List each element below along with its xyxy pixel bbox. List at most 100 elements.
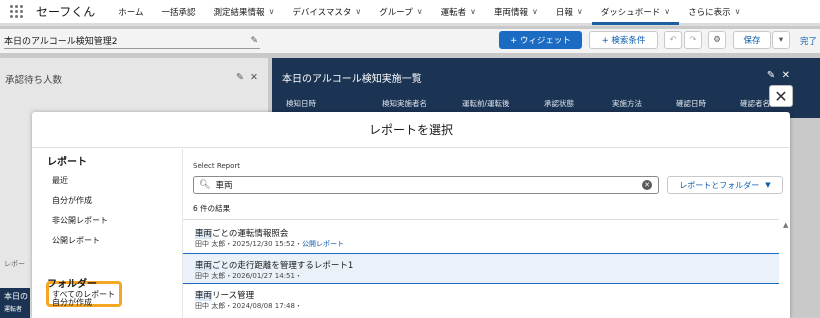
report-title: 車両リース管理 xyxy=(195,289,779,301)
sidebar-item-recent[interactable]: 最近 xyxy=(32,175,68,186)
report-label-fragment: レポー xyxy=(4,260,25,268)
select-report-modal: レポートを選択 レポート 最近 自分が作成 非公開レポート 公開レポート すべて… xyxy=(32,112,790,318)
report-title: 車両ごとの運転情報照会 xyxy=(195,227,779,239)
chevron-down-icon: ▼ xyxy=(765,181,771,189)
nav-item-5[interactable]: 運転者 ∨ xyxy=(432,0,485,25)
search-value: 車両 xyxy=(215,181,233,191)
report-search-input[interactable]: 🔍︎ 車両 ✕ xyxy=(193,176,659,194)
nav-item-9[interactable]: さらに表示 ∨ xyxy=(679,0,749,25)
app-launcher-icon[interactable] xyxy=(10,4,24,19)
report-owner-date: 田中 太郎・2025/12/30 15:52・ xyxy=(195,240,302,248)
search-highlight: 車両 xyxy=(195,229,213,239)
panel-title: 承認待ち人数 xyxy=(5,75,63,86)
nav-item-0[interactable]: ホーム xyxy=(109,0,152,25)
report-search-area: Select Report 🔍︎ 車両 ✕ レポートとフォルダー ▼ 6 件の結… xyxy=(182,149,790,318)
results-list: 車両ごとの運転情報照会 田中 太郎・2025/12/30 15:52・公開レポート… xyxy=(183,219,779,318)
folders-heading: フォルダー xyxy=(47,279,97,290)
clear-search-icon[interactable]: ✕ xyxy=(642,180,652,190)
done-button[interactable]: 完了 xyxy=(800,35,817,47)
app-name: セーフくん xyxy=(36,5,96,19)
nav-item-label: 測定結果情報 xyxy=(213,7,265,18)
panel-title: 本日のアルコール検知実施一覧 xyxy=(282,74,422,85)
column-header[interactable]: 検知実施者名 xyxy=(382,98,427,109)
column-header[interactable]: 承認状態 xyxy=(544,98,574,109)
close-icon[interactable]: ✕ xyxy=(250,72,258,83)
nav-item-4[interactable]: グループ ∨ xyxy=(370,0,431,25)
close-icon: ✕ xyxy=(774,86,788,106)
chevron-down-icon[interactable]: ∨ xyxy=(269,7,275,16)
nav-item-label: 運転者 xyxy=(440,7,467,18)
top-nav: セーフくん ホーム 一括承認 測定結果情報 ∨ デバイスマスタ ∨ グループ ∨ 運転者 ∨ 車両情… xyxy=(0,0,820,26)
search-highlight: 車両 xyxy=(195,291,213,301)
settings-gear-icon[interactable]: ⚙ xyxy=(708,31,726,49)
column-header[interactable]: 運転前/運転後 xyxy=(462,98,510,109)
modal-title: レポートを選択 xyxy=(32,112,790,148)
redo-icon[interactable]: ↷ xyxy=(684,31,702,49)
report-meta: 田中 太郎・2026/01/27 14:51・ xyxy=(195,271,779,281)
chevron-down-icon[interactable]: ∨ xyxy=(664,7,670,16)
report-title-rest: ごとの運転情報照会 xyxy=(212,229,289,239)
report-result-row[interactable]: 車両ごとの運転情報照会 田中 太郎・2025/12/30 15:52・公開レポート xyxy=(183,222,779,253)
sidebar-item-public-reports[interactable]: 公開レポート xyxy=(32,235,100,246)
nav-item-2[interactable]: 測定結果情報 ∨ xyxy=(205,0,284,25)
edit-pencil-icon[interactable]: ✎ xyxy=(250,36,258,46)
nav-item-label: デバイスマスタ xyxy=(292,7,352,18)
nav-item-6[interactable]: 車両情報 ∨ xyxy=(485,0,547,25)
nav-item-7[interactable]: 日報 ∨ xyxy=(547,0,592,25)
tile-subtitle: 運転者 xyxy=(4,306,23,313)
chevron-down-icon[interactable]: ∨ xyxy=(577,7,583,16)
report-meta: 田中 太郎・2024/08/08 17:48・ xyxy=(195,301,779,311)
report-meta: 田中 太郎・2025/12/30 15:52・公開レポート xyxy=(195,239,779,249)
scroll-up-icon[interactable]: ▲ xyxy=(783,221,788,229)
modal-close-button[interactable]: ✕ xyxy=(769,85,793,107)
report-result-row[interactable]: 車両リース管理 田中 太郎・2024/08/08 17:48・ xyxy=(183,284,779,315)
tile-title: 本日の xyxy=(4,292,28,301)
bottom-dark-tile: 本日の 運転者 xyxy=(0,288,30,318)
reports-folders-dropdown[interactable]: レポートとフォルダー ▼ xyxy=(667,176,783,194)
column-header[interactable]: 検知日時 xyxy=(286,98,316,109)
nav-item-label: ダッシュボード xyxy=(600,7,661,18)
table-header: 検知日時 検知実施者名 運転前/運転後 承認状態 実施方法 確認日時 確認者名 xyxy=(272,98,820,112)
column-header[interactable]: 実施方法 xyxy=(612,98,642,109)
chevron-down-icon[interactable]: ∨ xyxy=(355,7,361,16)
report-owner-date: 田中 太郎・2026/01/27 14:51・ xyxy=(195,272,302,280)
results-scrollbar[interactable]: ▲ xyxy=(783,219,790,318)
sidebar-folder-created-by-me[interactable]: 自分が作成 xyxy=(32,297,92,308)
column-header[interactable]: 確認日時 xyxy=(676,98,706,109)
edit-pencil-icon[interactable]: ✎ xyxy=(767,70,775,81)
report-result-row[interactable]: 車両ごとの走行距離を管理するレポート1 田中 太郎・2026/01/27 14:5… xyxy=(183,253,779,284)
dropdown-label: レポートとフォルダー xyxy=(679,180,760,190)
undo-icon[interactable]: ↶ xyxy=(664,31,682,49)
dashboard-title: 本日のアルコール検知管理2 xyxy=(4,37,118,47)
panel-actions: ✎ ✕ xyxy=(236,72,268,86)
chevron-down-icon[interactable]: ∨ xyxy=(417,7,423,16)
search-icon: 🔍︎ xyxy=(199,180,211,190)
chevron-down-icon[interactable]: ∨ xyxy=(532,7,538,16)
nav-item-1[interactable]: 一括承認 xyxy=(153,0,205,25)
edit-pencil-icon[interactable]: ✎ xyxy=(236,72,244,83)
close-icon[interactable]: ✕ xyxy=(782,70,790,81)
chevron-down-icon[interactable]: ∨ xyxy=(735,7,741,16)
column-header[interactable]: 確認者名 xyxy=(740,98,770,109)
nav-item-8[interactable]: ダッシュボード ∨ xyxy=(591,0,680,25)
add-filter-button[interactable]: + 検索条件 xyxy=(589,31,658,49)
nav-item-label: 日報 xyxy=(555,7,573,18)
panel-actions: ✎ ✕ xyxy=(767,70,820,85)
save-menu-chevron-icon[interactable]: ▾ xyxy=(772,31,790,49)
report-title: 車両ごとの走行距離を管理するレポート1 xyxy=(195,259,779,271)
modal-sidebar: レポート 最近 自分が作成 非公開レポート 公開レポート すべてのレポート フォ… xyxy=(32,149,182,318)
dashboard-title-field[interactable]: 本日のアルコール検知管理2 ✎ xyxy=(4,33,260,49)
sidebar-item-private-reports[interactable]: 非公開レポート xyxy=(32,215,108,226)
result-count: 6 件の結果 xyxy=(193,204,231,213)
save-button[interactable]: 保存 xyxy=(733,31,771,49)
nav-item-label: グループ xyxy=(379,7,413,18)
sidebar-item-created-by-me[interactable]: 自分が作成 xyxy=(32,195,92,206)
report-title-rest: ごとの走行距離を管理するレポート1 xyxy=(212,261,354,271)
add-widget-button[interactable]: + ウィジェット xyxy=(499,31,582,49)
search-highlight: 車両 xyxy=(195,261,213,271)
select-report-label: Select Report xyxy=(193,162,241,170)
reports-heading: レポート xyxy=(47,157,87,168)
report-folder-link[interactable]: 公開レポート xyxy=(302,240,344,248)
nav-item-3[interactable]: デバイスマスタ ∨ xyxy=(283,0,370,25)
chevron-down-icon[interactable]: ∨ xyxy=(470,7,476,16)
